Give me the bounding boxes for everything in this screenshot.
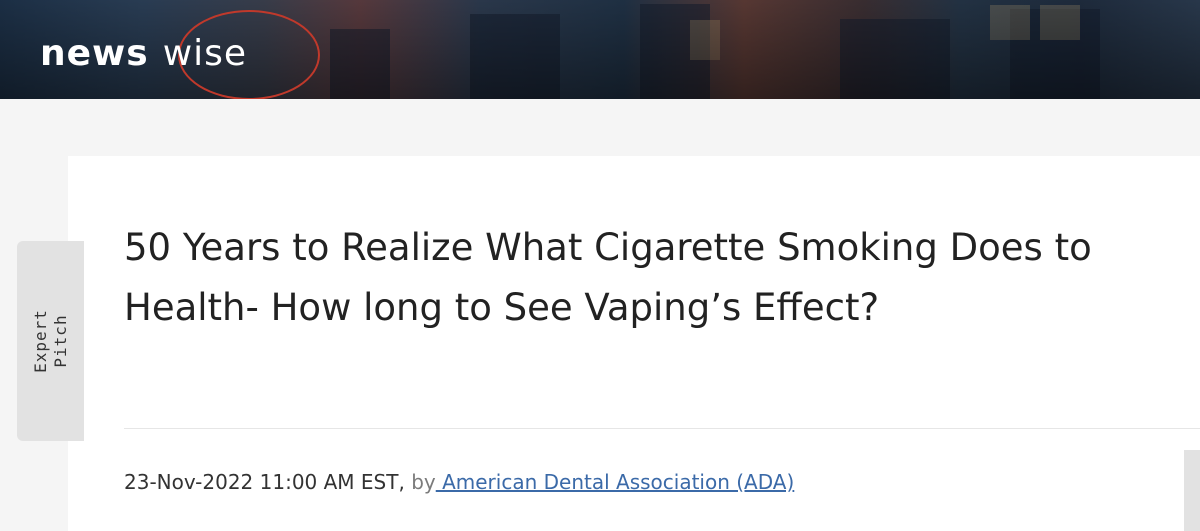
tab-label-line1: Expert xyxy=(30,309,50,373)
logo-news-text: news xyxy=(40,32,149,74)
header-banner: news wise xyxy=(0,0,1200,99)
by-label: by xyxy=(411,470,436,494)
tab-label-line2: Pitch xyxy=(50,314,70,368)
title-divider xyxy=(124,428,1200,429)
author-link[interactable]: American Dental Association (ADA) xyxy=(436,470,794,494)
logo-wise-text: wise xyxy=(162,32,248,74)
article-title: 50 Years to Realize What Cigarette Smoki… xyxy=(124,226,1092,329)
side-panel-edge xyxy=(1184,450,1200,531)
article-byline: 23-Nov-2022 11:00 AM EST, by American De… xyxy=(124,470,794,494)
expert-pitch-tab[interactable]: Expert Pitch xyxy=(17,241,84,441)
publish-date: 23-Nov-2022 11:00 AM EST, xyxy=(124,470,405,494)
site-logo[interactable]: news wise xyxy=(40,28,247,78)
expert-pitch-label: Expert Pitch xyxy=(31,309,71,373)
